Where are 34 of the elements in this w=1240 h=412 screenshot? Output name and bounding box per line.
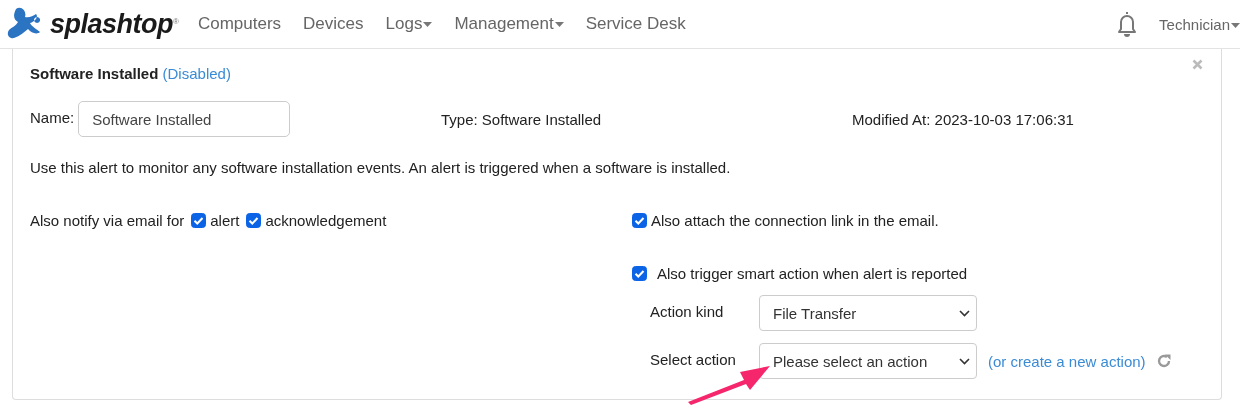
modified-text: Modified At: 2023-10-03 17:06:31 xyxy=(852,110,1075,128)
nav-link[interactable]: Devices xyxy=(292,14,375,34)
chevron-icon xyxy=(959,309,970,317)
chevron-icon xyxy=(959,357,970,365)
status-link[interactable]: (Disabled) xyxy=(162,65,231,82)
select-action-select[interactable]: Please select an action xyxy=(759,343,977,379)
checkbox[interactable] xyxy=(632,266,647,281)
nav-link[interactable]: Service Desk xyxy=(574,14,697,34)
nav-link[interactable]: Logs xyxy=(374,14,444,34)
checkbox[interactable] xyxy=(632,213,647,228)
create-action-link[interactable]: (or create a new action) xyxy=(988,352,1146,370)
field-label: Select action xyxy=(650,351,737,368)
checkbox-label: Also attach the connection link in the email. xyxy=(651,212,939,229)
field-label: Action kind xyxy=(650,303,725,320)
user-menu[interactable]: Technician xyxy=(1148,15,1240,33)
checkbox-label: Also trigger smart action when alert is reported xyxy=(657,265,968,282)
type-text: Type: Software Installed xyxy=(441,110,603,128)
description-text: Use this alert to monitor any software installation events. An alert is triggered when a software is installed. xyxy=(30,159,732,176)
checkbox-label: alert xyxy=(210,212,240,229)
registered-mark: ® xyxy=(173,17,179,26)
refresh-icon[interactable] xyxy=(1155,353,1172,369)
panel-title: Software Installed (Disabled) xyxy=(30,65,232,82)
bell-icon[interactable] xyxy=(1116,11,1139,37)
option-label: Also notify via email for xyxy=(30,212,185,229)
caret-icon xyxy=(1231,23,1240,29)
checkbox[interactable] xyxy=(191,213,207,228)
checkbox-label: acknowledgement xyxy=(265,212,387,229)
action-kind-select[interactable]: File Transfer xyxy=(759,295,977,331)
logo-wordmark: splashtop xyxy=(50,8,173,40)
name-field[interactable]: Software Installed xyxy=(78,101,291,137)
field-label: Name: xyxy=(30,109,75,126)
nav-link[interactable]: Computers xyxy=(186,14,293,34)
checkbox[interactable] xyxy=(246,213,262,228)
nav-link[interactable]: Management xyxy=(443,14,575,34)
